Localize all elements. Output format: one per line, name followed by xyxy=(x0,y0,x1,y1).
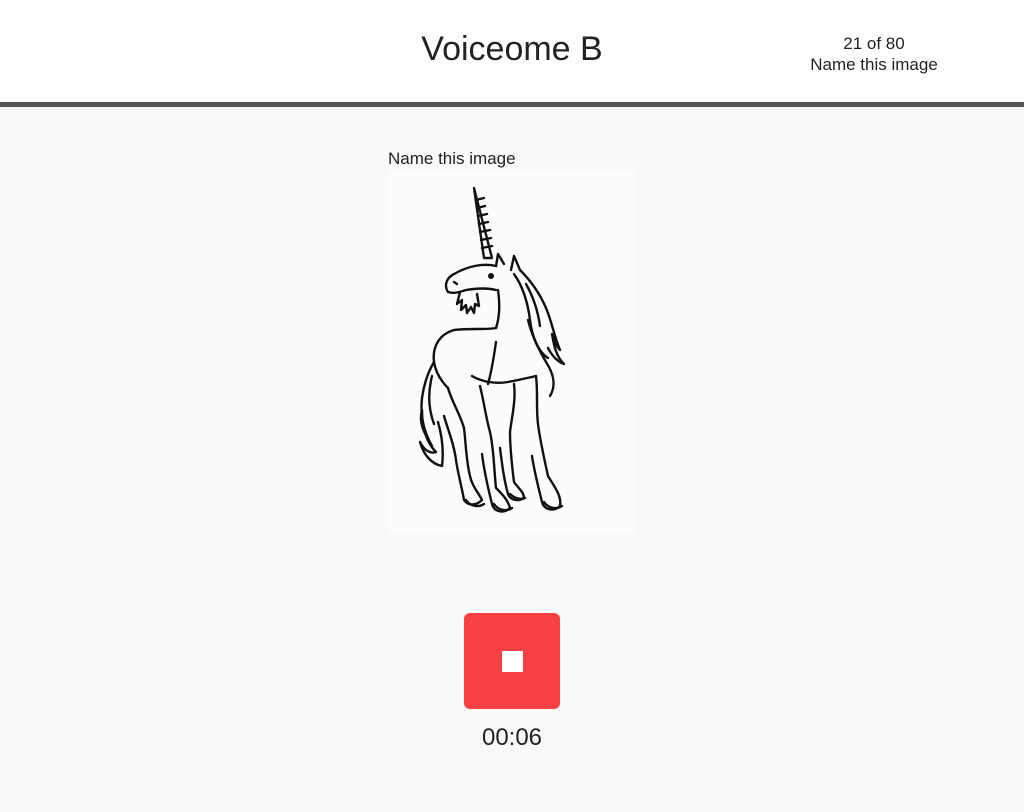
stop-recording-button[interactable] xyxy=(464,613,560,709)
task-prompt: Name this image xyxy=(388,149,516,168)
progress-task-label: Name this image xyxy=(810,55,938,74)
recording-timer: 00:06 xyxy=(481,724,543,751)
progress-indicator: 21 of 80 Name this image xyxy=(790,33,958,75)
stop-icon xyxy=(502,651,523,672)
progress-count: 21 of 80 xyxy=(843,34,905,53)
unicorn-drawing xyxy=(418,186,566,513)
header-bar: Voiceome B 21 of 80 Name this image xyxy=(0,0,1024,107)
task-image xyxy=(388,170,635,534)
